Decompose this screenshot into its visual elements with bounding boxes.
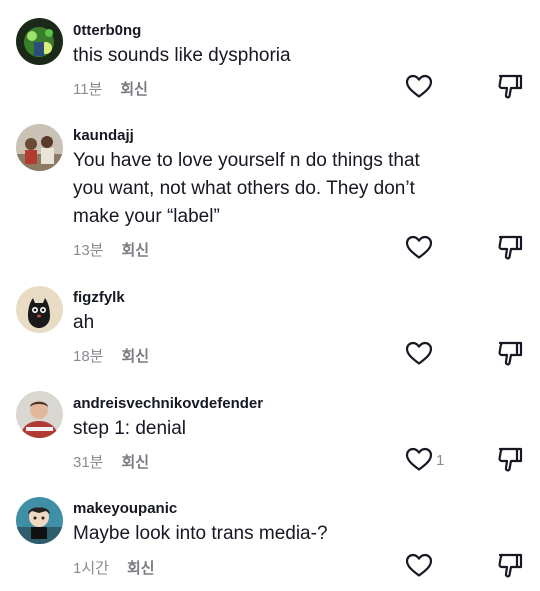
comment-username[interactable]: andreisvechnikovdefender <box>73 395 263 412</box>
heart-outline-icon <box>405 341 433 365</box>
comment-meta: 18분 회신 <box>73 345 149 366</box>
dislike-button[interactable] <box>494 445 524 473</box>
heart-outline-icon <box>405 447 433 471</box>
thumbs-down-icon <box>498 447 523 472</box>
user-avatar[interactable] <box>16 286 63 333</box>
like-count: 1 <box>436 452 445 469</box>
like-button[interactable] <box>404 340 434 366</box>
user-avatar[interactable] <box>16 497 63 544</box>
comment-text: step 1: denial <box>73 418 187 439</box>
character-avatar <box>16 497 63 544</box>
dislike-button[interactable] <box>494 551 524 579</box>
green-lights-avatar <box>16 18 63 65</box>
comment-time: 31분 <box>73 454 104 471</box>
dislike-button[interactable] <box>494 72 524 100</box>
like-button[interactable] <box>404 234 434 260</box>
heart-outline-icon <box>405 235 433 259</box>
user-avatar[interactable] <box>16 18 63 65</box>
comment-time: 18분 <box>73 348 104 365</box>
comment-text: You have to love yourself n do things th… <box>73 150 420 227</box>
dislike-button[interactable] <box>494 233 524 261</box>
like-button[interactable] <box>404 552 434 578</box>
like-button[interactable] <box>404 73 434 99</box>
comment-username[interactable]: kaundajj <box>73 127 134 144</box>
comment-meta: 1시간 회신 <box>73 557 155 578</box>
comment-username[interactable]: makeyoupanic <box>73 500 177 517</box>
user-avatar[interactable] <box>16 391 63 438</box>
reply-button[interactable]: 회신 <box>127 557 155 578</box>
group-photo-avatar <box>16 124 63 171</box>
heart-outline-icon <box>405 553 433 577</box>
comment-username[interactable]: 0tterb0ng <box>73 22 141 39</box>
like-button[interactable] <box>404 446 434 472</box>
thumbs-down-icon <box>498 74 523 99</box>
comment-time: 11분 <box>73 81 103 98</box>
comment-username[interactable]: figzfylk <box>73 289 125 306</box>
black-cat-avatar <box>16 286 63 333</box>
user-avatar[interactable] <box>16 124 63 171</box>
heart-outline-icon <box>405 74 433 98</box>
comment-text: ah <box>73 312 95 333</box>
comment-time: 13분 <box>73 242 104 259</box>
thumbs-down-icon <box>498 553 523 578</box>
dislike-button[interactable] <box>494 339 524 367</box>
comment-text: Maybe look into trans media-? <box>73 523 328 544</box>
hockey-player-avatar <box>16 391 63 438</box>
reply-button[interactable]: 회신 <box>122 451 150 472</box>
thumbs-down-icon <box>498 341 523 366</box>
reply-button[interactable]: 회신 <box>122 345 150 366</box>
comment-meta: 13분 회신 <box>73 239 149 260</box>
comment-meta: 11분 회신 <box>73 78 148 99</box>
reply-button[interactable]: 회신 <box>120 78 148 99</box>
comment-meta: 31분 회신 <box>73 451 149 472</box>
thumbs-down-icon <box>498 235 523 260</box>
comment-time: 1시간 <box>73 560 109 577</box>
reply-button[interactable]: 회신 <box>122 239 150 260</box>
comment-text: this sounds like dysphoria <box>73 45 291 66</box>
